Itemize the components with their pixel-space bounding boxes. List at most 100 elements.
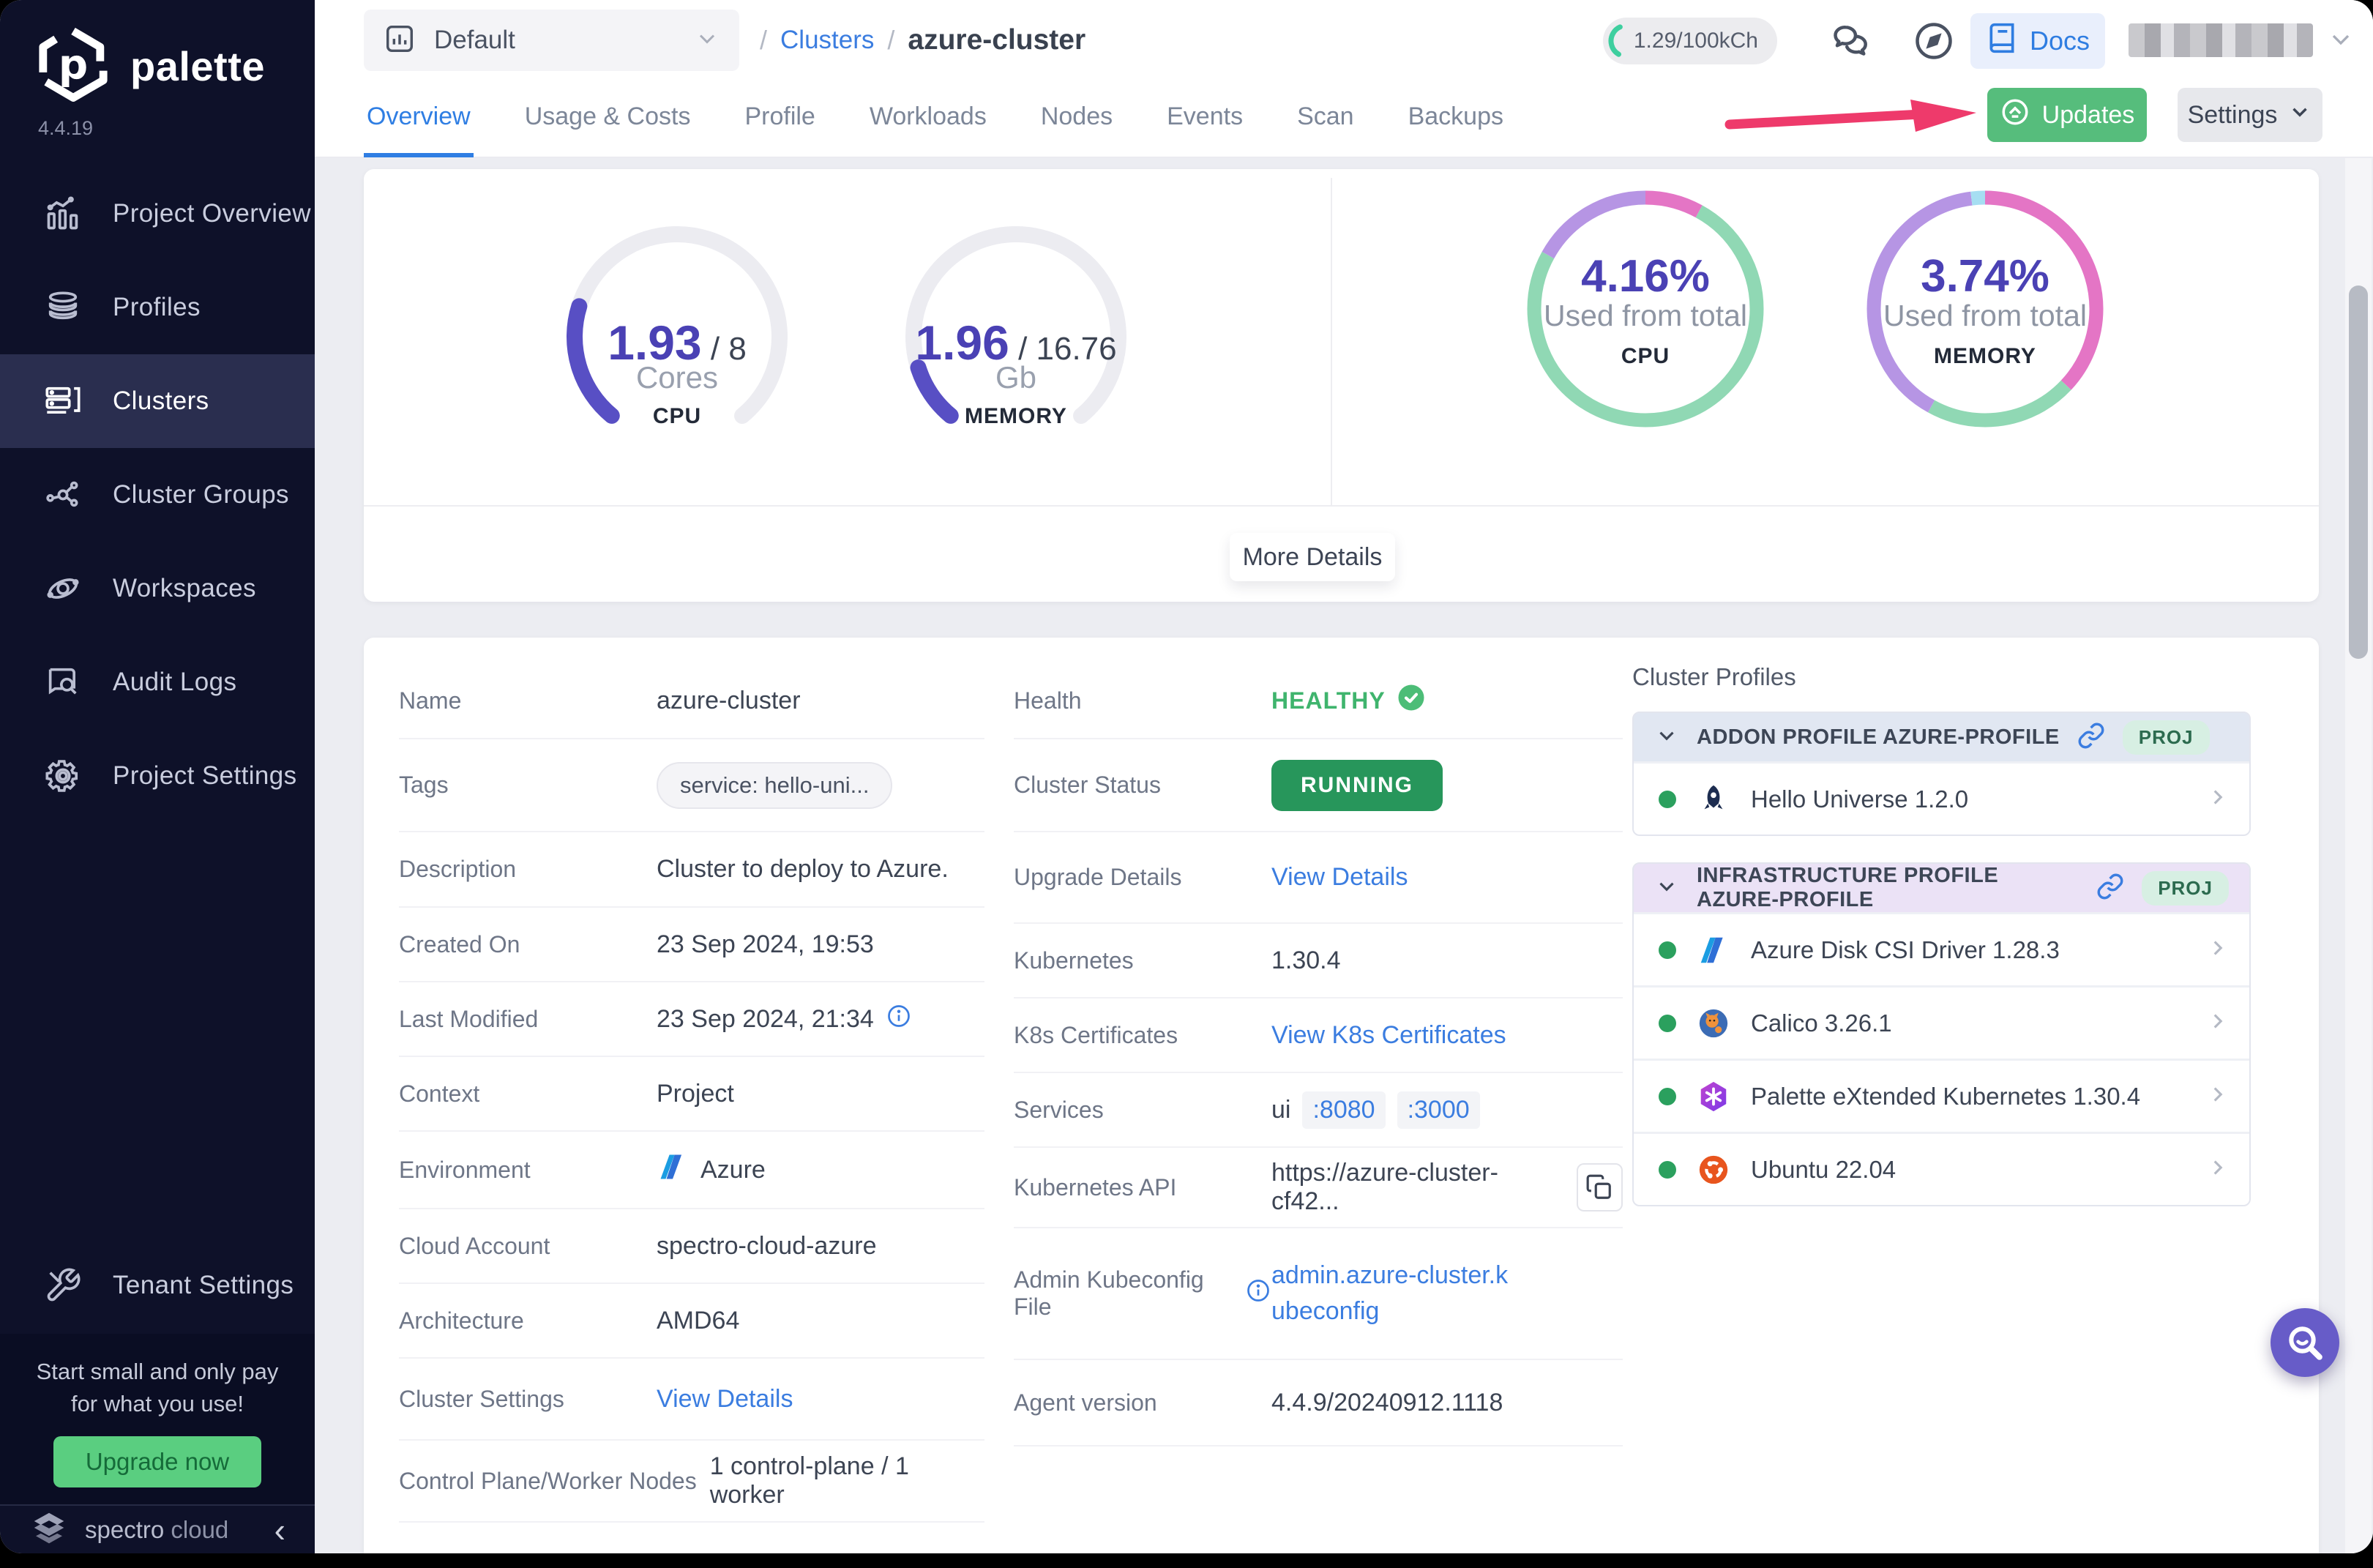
cluster-tabs: Overview Usage & Costs Profile Workloads…: [364, 81, 1506, 157]
sidebar-item-profiles[interactable]: Profiles: [0, 261, 315, 354]
gear-icon: [42, 755, 83, 796]
cpu-percent-value: 4.16%: [1521, 250, 1770, 302]
detail-row-architecture: Architecture AMD64: [399, 1284, 984, 1359]
scrollbar-thumb[interactable]: [2349, 285, 2368, 659]
sidebar-item-tenant-settings[interactable]: Tenant Settings: [0, 1239, 315, 1332]
ubuntu-logo-icon: [1695, 1151, 1732, 1188]
chevron-down-icon[interactable]: [1654, 874, 1679, 903]
admin-kubeconfig-link[interactable]: admin.azure-cluster.kubeconfig: [1271, 1258, 1520, 1330]
main-area: Default / Clusters / azure-cluster 1.29/…: [315, 0, 2373, 1553]
palette-logo-icon: p: [35, 26, 111, 106]
sidebar-item-cluster-groups[interactable]: Cluster Groups: [0, 448, 315, 542]
addon-profile-card: ADDON PROFILE AZURE-PROFILE PROJ Hello U…: [1632, 712, 2251, 836]
chevron-down-icon[interactable]: [1654, 723, 1679, 752]
service-port-3000-link[interactable]: :3000: [1397, 1091, 1480, 1129]
status-dot: [1659, 1161, 1676, 1179]
sidebar-item-workspaces[interactable]: Workspaces: [0, 542, 315, 635]
user-chevron-down-icon[interactable]: [2326, 25, 2355, 58]
tab-profile[interactable]: Profile: [741, 81, 818, 157]
breadcrumb-clusters-link[interactable]: Clusters: [780, 26, 874, 55]
more-details-button[interactable]: More Details: [1230, 533, 1395, 581]
project-selector-dropdown[interactable]: Default: [364, 10, 739, 71]
status-dot: [1659, 1088, 1676, 1105]
circled-chevron-up-icon: [2000, 97, 2030, 134]
brand: p palette: [35, 26, 265, 106]
detail-row-health: Health HEALTHY: [1014, 663, 1623, 739]
profile-row-calico[interactable]: Calico 3.26.1: [1634, 985, 2249, 1059]
cluster-name-value: azure-cluster: [657, 687, 801, 715]
user-menu-redacted[interactable]: [2129, 23, 2313, 57]
detail-row-cluster-settings: Cluster Settings View Details: [399, 1359, 984, 1441]
upgrade-now-button[interactable]: Upgrade now: [53, 1436, 261, 1487]
book-icon: [1986, 22, 2018, 61]
profile-row-azure-disk-csi[interactable]: Azure Disk CSI Driver 1.28.3: [1634, 912, 2249, 985]
sidebar-item-clusters[interactable]: Clusters: [0, 354, 315, 448]
content-area: 1.93 / 8 Cores CPU 1.96 / 16.76 Gb MEMOR…: [315, 158, 2373, 1553]
tab-scan[interactable]: Scan: [1294, 81, 1357, 157]
brand-name: palette: [130, 42, 265, 90]
info-icon[interactable]: [1245, 1277, 1271, 1310]
view-k8s-certificates-link[interactable]: View K8s Certificates: [1271, 1021, 1506, 1050]
infrastructure-profile-header[interactable]: INFRASTRUCTURE PROFILE AZURE-PROFILE PRO…: [1634, 864, 2249, 912]
breadcrumb-separator: /: [887, 25, 894, 56]
settings-button[interactable]: Settings: [2178, 88, 2322, 142]
detail-row-admin-kubeconfig: Admin Kubeconfig File admin.azure-cluste…: [1014, 1228, 1623, 1360]
info-icon[interactable]: [886, 1003, 912, 1036]
tag-pill[interactable]: service: hello-uni...: [657, 762, 892, 809]
link-icon[interactable]: [2077, 722, 2105, 753]
chevron-right-icon: [2205, 1082, 2230, 1110]
updates-button[interactable]: Updates: [1987, 88, 2147, 142]
proj-badge: PROJ: [2142, 871, 2229, 906]
running-status-badge: RUNNING: [1271, 760, 1443, 811]
tab-events[interactable]: Events: [1164, 81, 1246, 157]
usage-credits-pill[interactable]: 1.29/100kCh: [1603, 18, 1777, 64]
tab-overview[interactable]: Overview: [364, 81, 474, 157]
feedback-chat-button[interactable]: [1827, 16, 1877, 66]
search-fab-button[interactable]: [2271, 1308, 2339, 1377]
updates-label: Updates: [2042, 101, 2135, 130]
cluster-details-card: Name azure-cluster Tags service: hello-u…: [364, 638, 2319, 1553]
copy-icon[interactable]: [1577, 1163, 1623, 1212]
sidebar-item-project-overview[interactable]: Project Overview: [0, 167, 315, 261]
memory-usage-donut: 3.74% Used from total MEMORY: [1861, 184, 2109, 433]
profile-row-ubuntu[interactable]: Ubuntu 22.04: [1634, 1132, 2249, 1205]
details-middle-column: Health HEALTHY Cluster Status RUNNING Up…: [1014, 663, 1623, 1446]
collapse-sidebar-icon[interactable]: ‹: [274, 1513, 285, 1547]
cpu-percent-label: Used from total: [1492, 299, 1799, 333]
sidebar-item-label: Project Settings: [113, 761, 297, 791]
memory-percent-value: 3.74%: [1861, 250, 2109, 302]
explore-compass-button[interactable]: [1909, 16, 1959, 66]
detail-row-context: Context Project: [399, 1057, 984, 1132]
profile-row-palette-extended-kubernetes[interactable]: Palette eXtended Kubernetes 1.30.4: [1634, 1059, 2249, 1132]
status-dot: [1659, 1015, 1676, 1032]
tab-backups[interactable]: Backups: [1405, 81, 1506, 157]
proj-badge: PROJ: [2123, 720, 2210, 755]
service-port-8080-link[interactable]: :8080: [1302, 1091, 1385, 1129]
infrastructure-profile-card: INFRASTRUCTURE PROFILE AZURE-PROFILE PRO…: [1632, 862, 2251, 1206]
docs-button[interactable]: Docs: [1970, 13, 2105, 69]
view-details-link[interactable]: View Details: [657, 1385, 793, 1414]
docs-label: Docs: [2030, 26, 2090, 56]
profile-row-hello-universe[interactable]: Hello Universe 1.2.0: [1634, 761, 2249, 835]
audit-search-icon: [42, 662, 83, 703]
scrollbar-track[interactable]: [2345, 158, 2372, 1553]
sidebar-item-project-settings[interactable]: Project Settings: [0, 729, 315, 823]
tab-nodes[interactable]: Nodes: [1038, 81, 1116, 157]
sidebar: p palette 4.4.19 Project Overview Profil…: [0, 0, 315, 1553]
upgrade-view-details-link[interactable]: View Details: [1271, 863, 1408, 892]
tab-workloads[interactable]: Workloads: [867, 81, 990, 157]
azure-logo-icon: [657, 1151, 689, 1190]
link-icon[interactable]: [2096, 873, 2124, 904]
horizontal-divider: [364, 505, 2319, 507]
addon-profile-header[interactable]: ADDON PROFILE AZURE-PROFILE PROJ: [1634, 713, 2249, 761]
memory-caption: MEMORY: [892, 404, 1140, 429]
cpu-unit-label: Cores: [553, 360, 801, 395]
sidebar-item-audit-logs[interactable]: Audit Logs: [0, 635, 315, 729]
sidebar-footer: spectro cloud ‹: [0, 1504, 315, 1553]
molecule-icon: [42, 474, 83, 515]
sidebar-item-label: Clusters: [113, 387, 209, 416]
sidebar-item-label: Profiles: [113, 293, 201, 322]
spectro-cloud-logo-icon: [29, 1508, 69, 1551]
tab-usage-costs[interactable]: Usage & Costs: [522, 81, 694, 157]
sidebar-item-label: Audit Logs: [113, 668, 236, 697]
